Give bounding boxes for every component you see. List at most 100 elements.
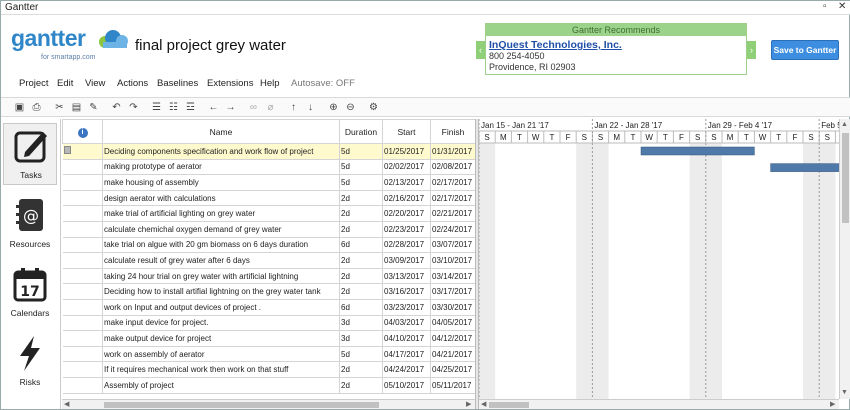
row-indicator[interactable] <box>62 346 103 363</box>
save-icon[interactable]: ▣ <box>13 101 26 114</box>
gantt-scroll-thumb[interactable] <box>489 402 529 408</box>
row-indicator[interactable] <box>62 330 103 347</box>
task-name-cell[interactable]: make input device for project. <box>102 315 340 332</box>
task-finish-cell[interactable]: 04/05/2017 <box>430 315 475 332</box>
task-finish-cell[interactable]: 05/11/2017 <box>430 377 475 394</box>
column-finish[interactable]: Finish <box>430 119 475 144</box>
row-indicator[interactable] <box>62 174 103 191</box>
nav-calendars[interactable]: 17 Calendars <box>3 262 57 324</box>
task-name-cell[interactable]: make housing of assembly <box>102 174 340 191</box>
task-start-cell[interactable]: 02/16/2017 <box>382 190 431 207</box>
task-duration-cell[interactable]: 6d <box>339 237 383 254</box>
task-name-cell[interactable]: make output device for project <box>102 330 340 347</box>
task-name-cell[interactable]: calculate chemichal oxygen demand of gre… <box>102 221 340 238</box>
row-indicator[interactable] <box>62 205 103 222</box>
task-start-cell[interactable]: 01/25/2017 <box>382 143 431 160</box>
row-indicator[interactable] <box>62 377 103 394</box>
task-finish-cell[interactable]: 04/25/2017 <box>430 361 475 378</box>
task-start-cell[interactable]: 05/10/2017 <box>382 377 431 394</box>
settings-icon[interactable]: ⚙ <box>367 101 380 114</box>
row-indicator[interactable] <box>62 237 103 254</box>
task-finish-cell[interactable]: 04/12/2017 <box>430 330 475 347</box>
menu-actions[interactable]: Actions <box>117 78 148 89</box>
column-duration[interactable]: Duration <box>339 119 383 144</box>
table-row[interactable]: work on Input and output devices of proj… <box>62 299 475 316</box>
grid-horizontal-scrollbar[interactable]: ◀ ▶ <box>62 399 475 409</box>
column-info[interactable]: i <box>62 119 103 144</box>
print-icon[interactable]: ⎙ <box>30 101 43 114</box>
table-row[interactable]: Deciding how to install artifial lightni… <box>62 283 475 300</box>
row-indicator[interactable] <box>62 268 103 285</box>
restore-icon[interactable]: ▫ <box>823 1 827 12</box>
row-indicator[interactable] <box>62 252 103 269</box>
task-start-cell[interactable]: 04/10/2017 <box>382 330 431 347</box>
task-finish-cell[interactable]: 03/14/2017 <box>430 268 475 285</box>
format-painter-icon[interactable]: ✎ <box>87 101 100 114</box>
task-finish-cell[interactable]: 02/08/2017 <box>430 159 475 176</box>
task-finish-cell[interactable]: 02/17/2017 <box>430 190 475 207</box>
undo-icon[interactable]: ↶ <box>110 101 123 114</box>
task-finish-cell[interactable]: 03/17/2017 <box>430 283 475 300</box>
row-indicator[interactable] <box>62 283 103 300</box>
task-duration-cell[interactable]: 5d <box>339 159 383 176</box>
zoom-in-icon[interactable]: ⊕ <box>327 101 340 114</box>
task-duration-cell[interactable]: 2d <box>339 221 383 238</box>
table-row[interactable]: make output device for project 3d 04/10/20… <box>62 330 475 347</box>
task-start-cell[interactable]: 04/24/2017 <box>382 361 431 378</box>
recommend-next-icon[interactable]: › <box>747 41 756 59</box>
row-indicator[interactable] <box>62 221 103 238</box>
task-duration-cell[interactable]: 2d <box>339 268 383 285</box>
task-duration-cell[interactable]: 2d <box>339 205 383 222</box>
gantter-logo[interactable]: gantter for smartapp.com <box>11 25 129 65</box>
grid-scroll-left-icon[interactable]: ◀ <box>64 400 69 408</box>
nav-risks[interactable]: Risks <box>3 331 57 393</box>
link-icon[interactable]: ∞ <box>247 101 260 114</box>
task-duration-cell[interactable]: 5d <box>339 174 383 191</box>
task-duration-cell[interactable]: 2d <box>339 252 383 269</box>
gantt-scroll-right-icon[interactable]: ▶ <box>830 400 835 408</box>
row-indicator[interactable] <box>62 143 103 160</box>
table-row[interactable]: work on assembly of aerator 5d 04/17/2017 0… <box>62 346 475 363</box>
task-start-cell[interactable]: 03/09/2017 <box>382 252 431 269</box>
task-start-cell[interactable]: 03/13/2017 <box>382 268 431 285</box>
save-to-gantter-button[interactable]: Save to Gantter <box>771 40 839 60</box>
table-row[interactable]: calculate result of grey water after 6 d… <box>62 252 475 269</box>
menu-help[interactable]: Help <box>260 78 280 89</box>
task-finish-cell[interactable]: 03/10/2017 <box>430 252 475 269</box>
scroll-down-icon[interactable]: ▼ <box>841 389 848 396</box>
task-name-cell[interactable]: Deciding how to install artifial lightni… <box>102 283 340 300</box>
task-start-cell[interactable]: 03/16/2017 <box>382 283 431 300</box>
menu-baselines[interactable]: Baselines <box>157 78 198 89</box>
menu-project[interactable]: Project <box>19 78 49 89</box>
table-row[interactable]: taking 24 hour trial on grey water with … <box>62 268 475 285</box>
insert-summary-icon[interactable]: ☲ <box>184 101 197 114</box>
table-row[interactable]: calculate chemichal oxygen demand of gre… <box>62 221 475 238</box>
vertical-scroll-thumb[interactable] <box>842 133 849 223</box>
task-finish-cell[interactable]: 02/24/2017 <box>430 221 475 238</box>
move-up-icon[interactable]: ↑ <box>287 101 300 114</box>
task-name-cell[interactable]: make trial of artificial lighting on gre… <box>102 205 340 222</box>
redo-icon[interactable]: ↷ <box>127 101 140 114</box>
recommend-company-link[interactable]: InQuest Technologies, Inc. <box>489 39 622 51</box>
cut-icon[interactable]: ✂ <box>53 101 66 114</box>
grid-scroll-thumb[interactable] <box>104 402 379 408</box>
task-start-cell[interactable]: 04/17/2017 <box>382 346 431 363</box>
task-duration-cell[interactable]: 6d <box>339 299 383 316</box>
task-name-cell[interactable]: design aerator with calculations <box>102 190 340 207</box>
task-start-cell[interactable]: 02/13/2017 <box>382 174 431 191</box>
row-indicator[interactable] <box>62 159 103 176</box>
task-duration-cell[interactable]: 2d <box>339 190 383 207</box>
menu-view[interactable]: View <box>85 78 105 89</box>
table-row[interactable]: If it requires mechanical work then work… <box>62 361 475 378</box>
task-name-cell[interactable]: taking 24 hour trial on grey water with … <box>102 268 340 285</box>
task-name-cell[interactable]: Deciding components specification and wo… <box>102 143 340 160</box>
task-duration-cell[interactable]: 2d <box>339 283 383 300</box>
paste-icon[interactable]: ▤ <box>70 101 83 114</box>
indent-icon[interactable]: → <box>224 101 237 114</box>
task-start-cell[interactable]: 02/28/2017 <box>382 237 431 254</box>
task-start-cell[interactable]: 02/20/2017 <box>382 205 431 222</box>
task-start-cell[interactable]: 02/23/2017 <box>382 221 431 238</box>
task-finish-cell[interactable]: 03/30/2017 <box>430 299 475 316</box>
unlink-icon[interactable]: ⌀ <box>264 101 277 114</box>
row-indicator[interactable] <box>62 361 103 378</box>
